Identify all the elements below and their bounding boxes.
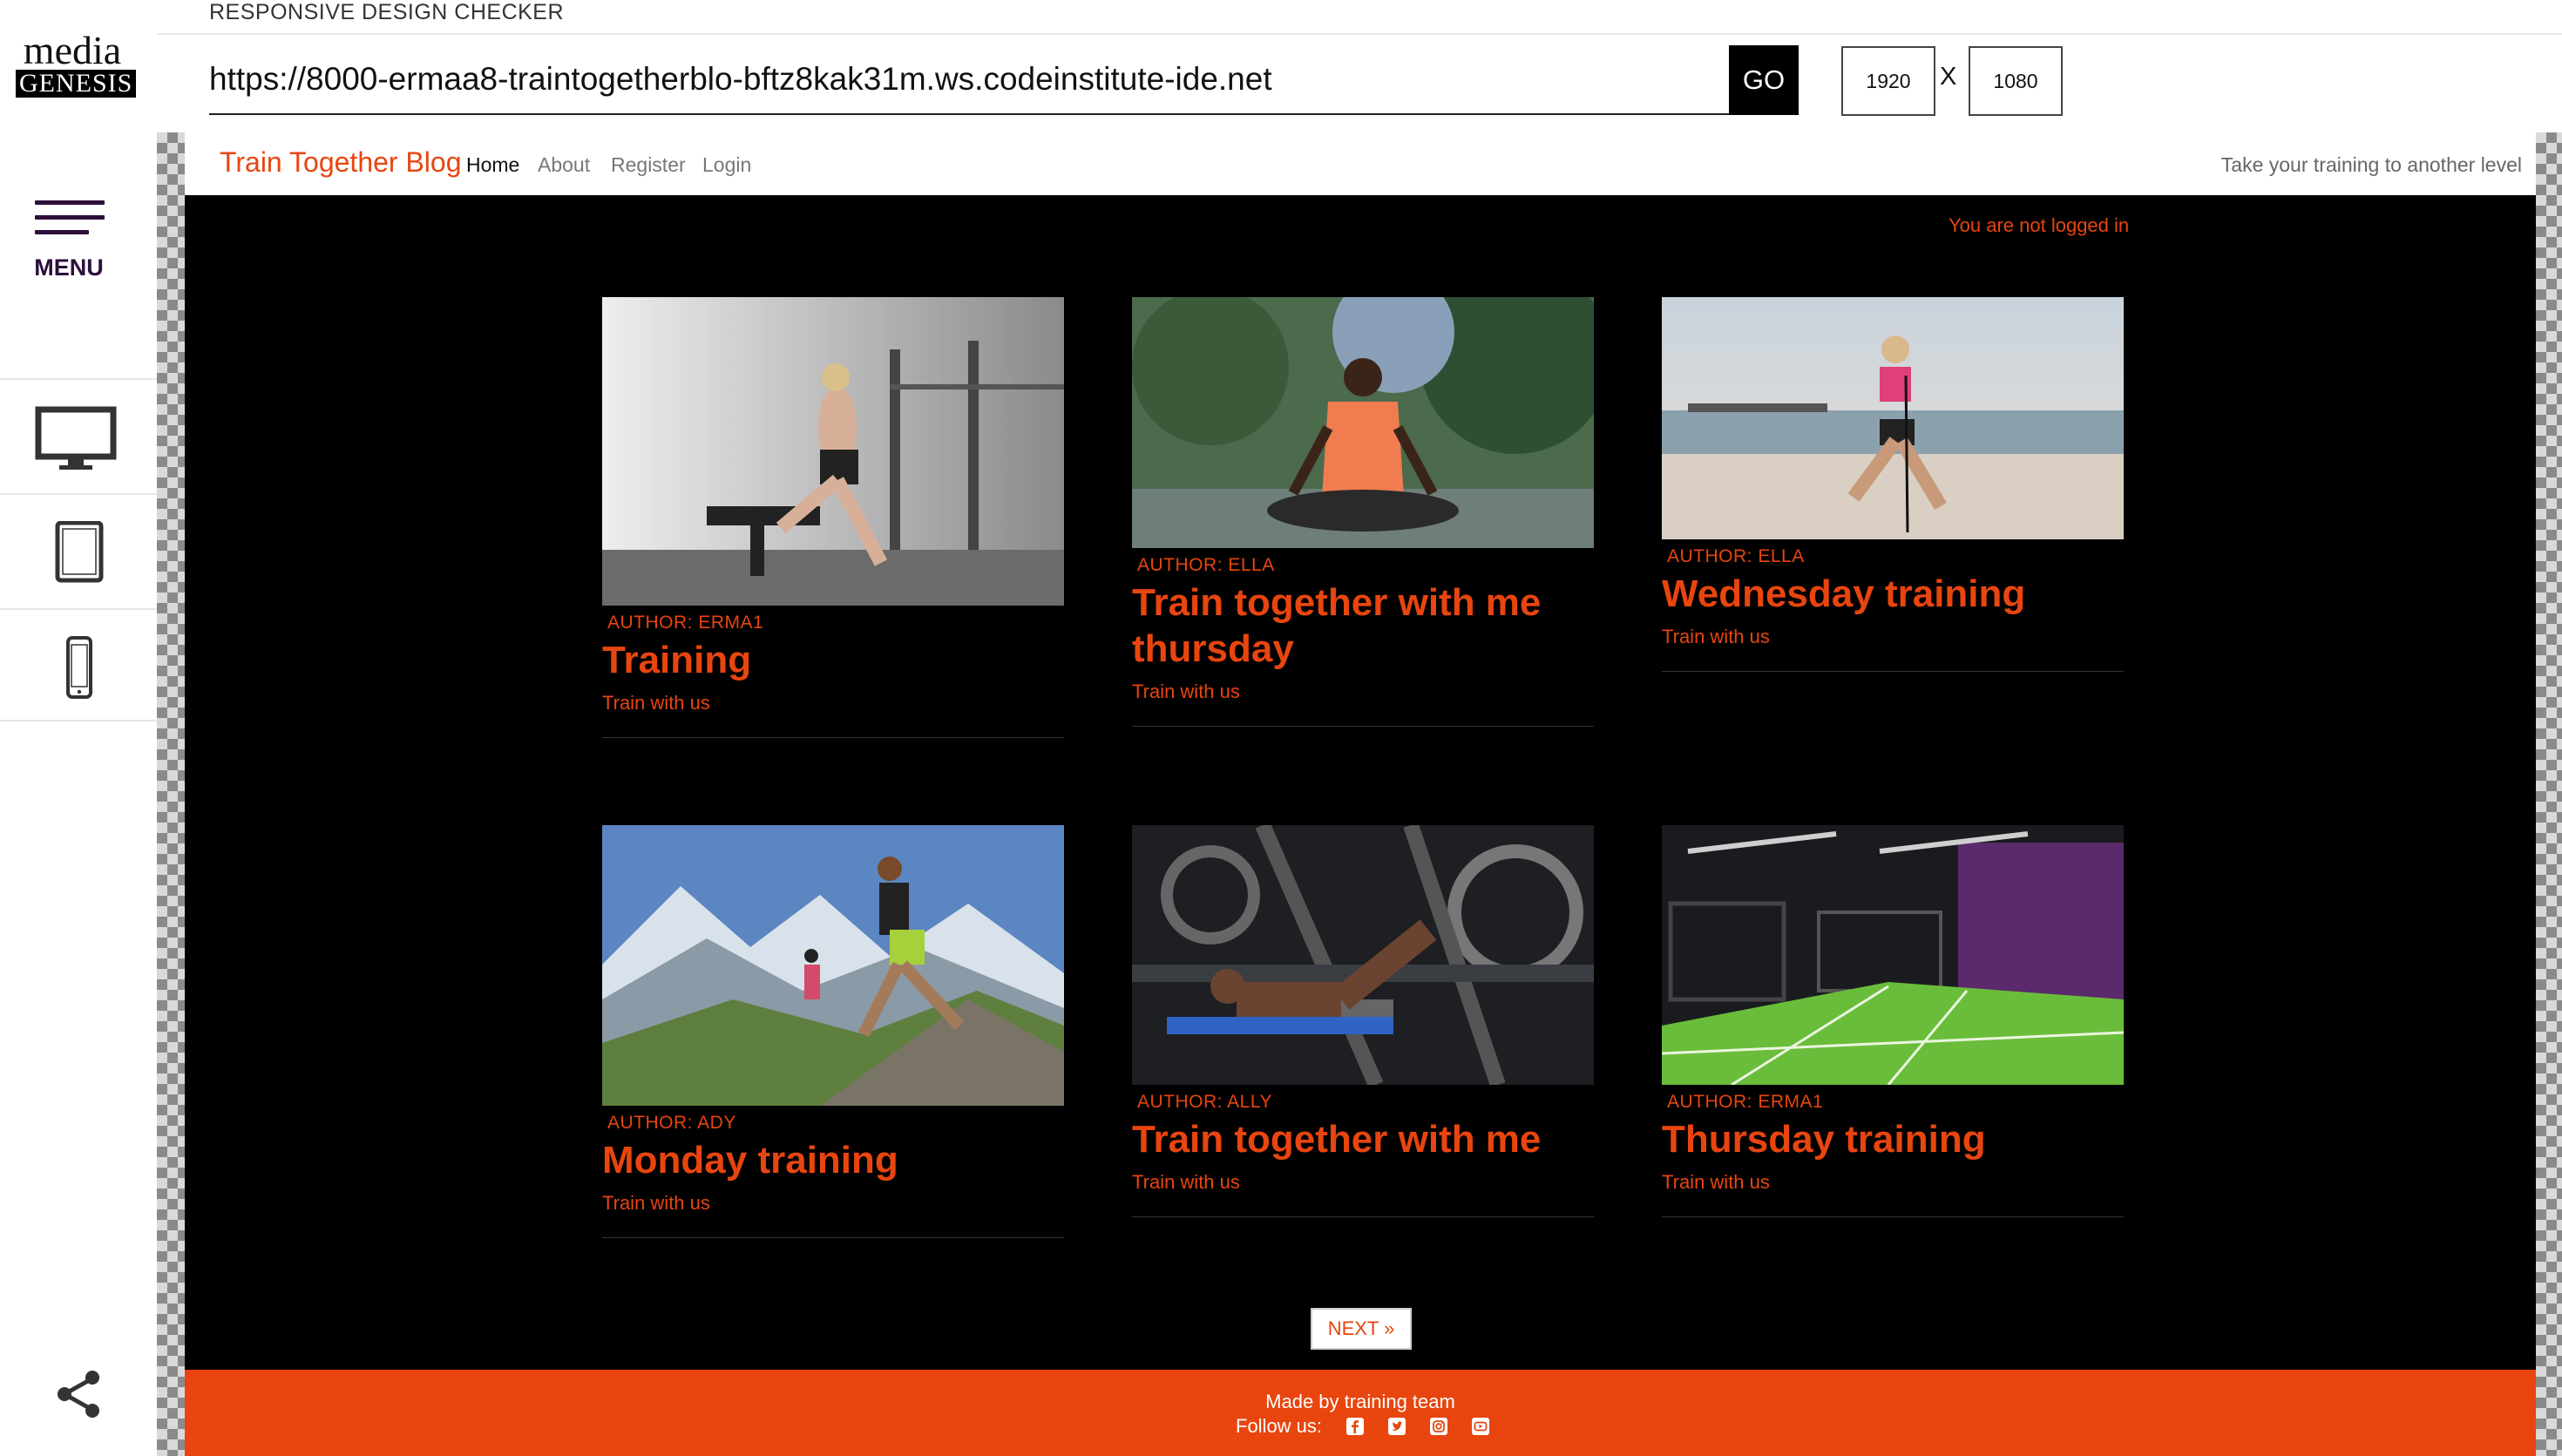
post-excerpt: Train with us <box>1662 1171 1770 1193</box>
desktop-view-button[interactable] <box>0 378 157 491</box>
post-image[interactable] <box>1132 297 1594 548</box>
post-title[interactable]: Thursday training <box>1662 1116 2124 1162</box>
post-author: AUTHOR: ELLA <box>1137 555 1275 575</box>
tablet-view-button[interactable] <box>0 493 157 606</box>
post-title[interactable]: Wednesday training <box>1662 571 2124 617</box>
media-genesis-logo[interactable]: media GENESIS <box>16 28 137 98</box>
menu-button[interactable]: MENU <box>0 192 157 288</box>
logo-text-bottom: GENESIS <box>16 70 137 98</box>
post-title[interactable]: Train together with me <box>1132 1116 1594 1162</box>
footer-follow-label: Follow us: <box>1236 1415 1323 1437</box>
hamburger-icon <box>35 200 105 245</box>
post-card: AUTHOR: ALLY Train together with me Trai… <box>1132 825 1594 1217</box>
post-image[interactable] <box>602 825 1064 1106</box>
post-divider <box>602 1237 1064 1238</box>
menu-label: MENU <box>34 254 104 281</box>
width-input[interactable] <box>1841 46 1935 116</box>
twitter-icon[interactable] <box>1387 1417 1406 1436</box>
post-author: AUTHOR: ADY <box>607 1113 736 1133</box>
tool-sidebar: media GENESIS MENU <box>0 0 157 1456</box>
post-divider <box>602 737 1064 738</box>
post-divider <box>1132 1216 1594 1217</box>
tablet-icon <box>55 521 104 583</box>
post-author: AUTHOR: ELLA <box>1667 546 1805 566</box>
instagram-icon[interactable] <box>1429 1417 1448 1436</box>
post-image[interactable] <box>1662 297 2124 539</box>
post-excerpt: Train with us <box>1132 681 1240 702</box>
site-preview: Train Together Blog Home About Register … <box>185 132 2536 1456</box>
youtube-icon[interactable] <box>1471 1417 1490 1436</box>
mobile-icon <box>66 636 92 699</box>
site-tagline: Take your training to another level <box>2220 153 2522 176</box>
facebook-icon[interactable] <box>1345 1417 1365 1436</box>
post-card: AUTHOR: ERMA1 Thursday training Train wi… <box>1662 825 2124 1217</box>
logo-text-top: media <box>23 28 122 72</box>
post-title[interactable]: Train together with me thursday <box>1132 579 1594 672</box>
post-author: AUTHOR: ERMA1 <box>1667 1092 1824 1112</box>
nav-about[interactable]: About <box>538 153 590 177</box>
site-navbar: Train Together Blog Home About Register … <box>185 132 2536 195</box>
post-author: AUTHOR: ERMA1 <box>607 613 764 633</box>
height-input[interactable] <box>1969 46 2063 116</box>
url-input[interactable] <box>209 45 1729 115</box>
post-image[interactable] <box>602 297 1064 606</box>
login-status: You are not logged in <box>1949 214 2130 236</box>
post-title[interactable]: Training <box>602 637 1064 683</box>
go-button[interactable]: GO <box>1729 45 1799 115</box>
post-card: AUTHOR: ERMA1 Training Train with us <box>602 297 1064 738</box>
share-icon <box>58 1371 99 1418</box>
post-excerpt: Train with us <box>602 1192 710 1214</box>
post-excerpt: Train with us <box>602 692 710 714</box>
mobile-view-button[interactable] <box>0 608 157 721</box>
post-card: AUTHOR: ELLA Train together with me thur… <box>1132 297 1594 727</box>
share-button[interactable] <box>54 1368 103 1420</box>
top-divider <box>157 33 2562 35</box>
post-divider <box>1662 671 2124 672</box>
post-card: AUTHOR: ADY Monday training Train with u… <box>602 825 1064 1238</box>
nav-register[interactable]: Register <box>611 153 686 177</box>
checker-border-right <box>2536 132 2562 1456</box>
post-excerpt: Train with us <box>1662 626 1770 647</box>
post-title[interactable]: Monday training <box>602 1137 1064 1183</box>
dimension-separator: X <box>1940 63 1957 91</box>
site-footer: Made by training team Follow us: <box>185 1370 2536 1456</box>
post-divider <box>1662 1216 2124 1217</box>
post-divider <box>1132 726 1594 727</box>
footer-credit: Made by training team <box>1265 1391 1455 1412</box>
checker-border-left <box>157 132 185 1456</box>
post-image[interactable] <box>1662 825 2124 1085</box>
desktop-icon <box>35 406 117 470</box>
nav-home[interactable]: Home <box>466 153 519 177</box>
post-author: AUTHOR: ALLY <box>1137 1092 1272 1112</box>
next-page-button[interactable]: NEXT » <box>1311 1308 1412 1350</box>
post-image[interactable] <box>1132 825 1594 1085</box>
nav-login[interactable]: Login <box>702 153 751 177</box>
tool-title: RESPONSIVE DESIGN CHECKER <box>209 0 565 24</box>
post-card: AUTHOR: ELLA Wednesday training Train wi… <box>1662 297 2124 672</box>
post-excerpt: Train with us <box>1132 1171 1240 1193</box>
site-brand[interactable]: Train Together Blog <box>220 146 462 179</box>
